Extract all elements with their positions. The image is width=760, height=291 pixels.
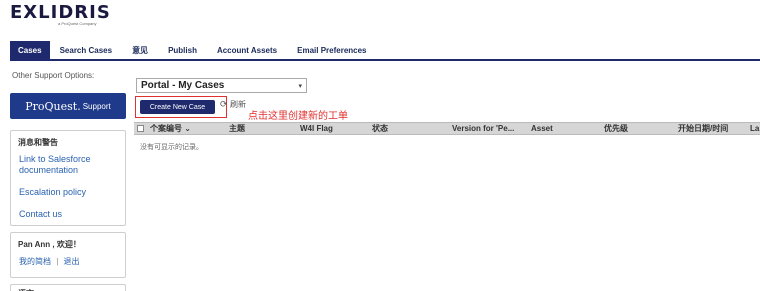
tab-account-assets[interactable]: Account Assets	[207, 41, 287, 59]
link-salesforce-docs[interactable]: Link to Salesforce documentation	[11, 152, 125, 178]
link-contact-us[interactable]: Contact us	[11, 207, 125, 222]
logout-link[interactable]: 退出	[64, 257, 80, 266]
user-box: Pan Ann , 欢迎！ 我的简档 | 退出	[10, 232, 126, 278]
col-priority[interactable]: 优先级	[604, 123, 628, 134]
select-all-checkbox[interactable]	[137, 125, 144, 132]
tab-publish[interactable]: Publish	[158, 41, 207, 59]
refresh-icon[interactable]: ⟳	[220, 99, 228, 110]
refresh-label[interactable]: 刷新	[230, 99, 246, 110]
create-new-case-button[interactable]: Create New Case	[140, 100, 215, 114]
messages-title: 消息和警告	[18, 138, 58, 147]
col-case-number[interactable]: 个案编号 ⌄	[150, 123, 191, 134]
cases-table-header: 个案编号 ⌄ 主题 W4I Flag 状态 Version for 'Pe...…	[134, 122, 760, 135]
col-start-datetime[interactable]: 开始日期/时间	[678, 123, 728, 134]
tab-feedback[interactable]: 意见	[122, 41, 158, 59]
empty-table-message: 没有可显示的记录。	[140, 144, 203, 151]
view-select-value: Portal - My Cases	[141, 80, 225, 91]
language-box: 语言	[10, 284, 126, 291]
col-version[interactable]: Version for 'Pe...	[452, 123, 514, 134]
tab-cases[interactable]: Cases	[10, 41, 50, 59]
user-greeting: Pan Ann , 欢迎！	[18, 240, 81, 249]
tab-search-cases[interactable]: Search Cases	[50, 41, 122, 59]
annotation-text: 点击这里创建新的工单	[248, 111, 348, 122]
brand-logo: EXLIDRIS a ProQuest Company	[10, 4, 111, 26]
view-select[interactable]: Portal - My Cases ▾	[136, 78, 307, 93]
tab-email-preferences[interactable]: Email Preferences	[287, 41, 376, 59]
my-profile-link[interactable]: 我的简档	[19, 257, 51, 266]
other-support-label: Other Support Options:	[12, 71, 95, 80]
user-links: 我的简档 | 退出	[11, 254, 125, 269]
messages-box: 消息和警告 Link to Salesforce documentation E…	[10, 130, 126, 226]
col-status[interactable]: 状态	[372, 123, 388, 134]
proquest-support-button[interactable]: ProQuest. Support	[10, 93, 126, 119]
link-escalation-policy[interactable]: Escalation policy	[11, 185, 125, 200]
chevron-down-icon: ▾	[298, 82, 302, 90]
link-separator: |	[56, 257, 59, 266]
main-tabs: Cases Search Cases 意见 Publish Account As…	[10, 41, 377, 59]
col-asset[interactable]: Asset	[531, 123, 553, 134]
logo-wordmark: EXLIDRIS	[10, 2, 111, 23]
proquest-wordmark: ProQuest.	[25, 99, 81, 113]
col-subject[interactable]: 主题	[229, 123, 245, 134]
col-w4i-flag[interactable]: W4I Flag	[300, 123, 333, 134]
language-title: 语言	[11, 285, 125, 291]
support-word: Support	[82, 101, 111, 111]
tab-underline	[10, 59, 760, 61]
col-last[interactable]: La	[750, 123, 759, 134]
